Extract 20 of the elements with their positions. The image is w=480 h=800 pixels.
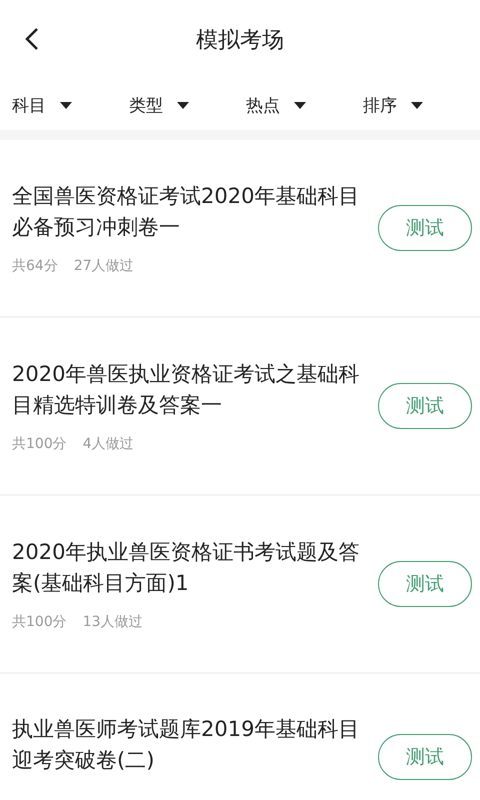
filter-dropdown[interactable]: 类型	[129, 94, 246, 116]
exam-title: 2020年执业兽医资格证书考试题及答案(基础科目方面)1	[12, 539, 360, 597]
filter-dropdown[interactable]: 热点	[246, 94, 363, 116]
caret-icon	[177, 102, 189, 108]
caret-icon	[294, 102, 306, 108]
taker-count: 27人做过	[74, 257, 134, 275]
caret-icon	[60, 102, 72, 108]
total-score: 共64分	[12, 257, 58, 275]
taker-count: 13人做过	[82, 613, 143, 631]
filter-dropdown[interactable]: 科目	[12, 94, 129, 116]
total-score: 共100分	[12, 435, 67, 453]
filter-dropdown[interactable]: 排序	[363, 94, 480, 116]
back-icon[interactable]	[24, 27, 40, 51]
exam-title: 2020年兽医执业资格证考试之基础科目精选特训卷及答案一	[12, 361, 360, 419]
page-title: 模拟考场	[196, 27, 284, 55]
exam-title: 执业兽医师考试题库2019年基础科目迎考突破卷(二)	[12, 716, 360, 774]
caret-icon	[411, 102, 423, 108]
exam-title: 全国兽医资格证考试2020年基础科目必备预习冲刺卷一	[12, 183, 360, 241]
total-score: 共100分	[12, 613, 67, 631]
taker-count: 4人做过	[82, 435, 134, 453]
